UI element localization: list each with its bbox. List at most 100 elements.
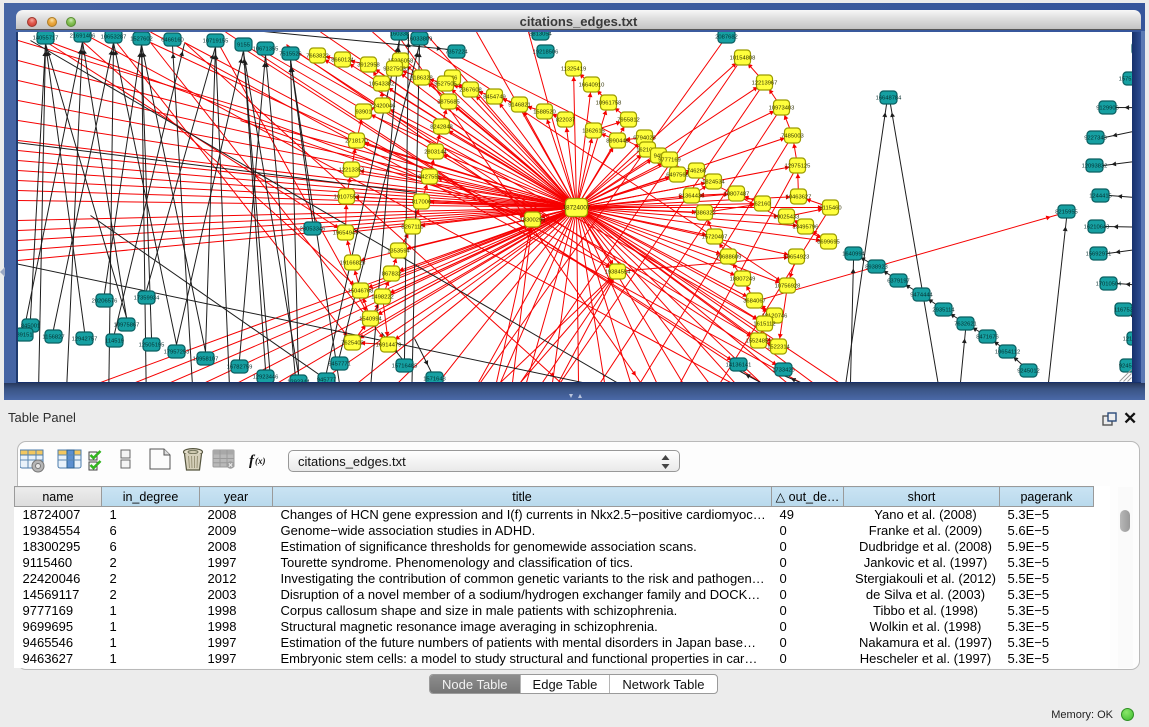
svg-text:11325419: 11325419 — [560, 66, 585, 72]
svg-text:15692971: 15692971 — [1085, 251, 1111, 257]
svg-text:8990448: 8990448 — [606, 138, 629, 144]
svg-text:14055717: 14055717 — [32, 35, 58, 41]
svg-text:1522314: 1522314 — [767, 344, 790, 350]
svg-text:8186328: 8186328 — [410, 75, 433, 81]
svg-text:21364436: 21364436 — [678, 193, 704, 199]
svg-text:1733426: 1733426 — [772, 367, 795, 373]
svg-text:817006: 817006 — [411, 199, 430, 205]
svg-text:8699695: 8699695 — [817, 239, 840, 245]
svg-text:10463627: 10463627 — [785, 194, 811, 200]
svg-text:12505195: 12505195 — [138, 342, 164, 348]
svg-text:10756928: 10756928 — [774, 283, 800, 289]
svg-text:1527602: 1527602 — [130, 36, 153, 42]
svg-text:8427552: 8427552 — [418, 174, 441, 180]
svg-text:8660124: 8660124 — [331, 57, 354, 63]
svg-text:21691406: 21691406 — [69, 33, 95, 39]
svg-text:9457771: 9457771 — [328, 361, 351, 367]
svg-text:10719155: 10719155 — [202, 38, 228, 44]
svg-text:114519: 114519 — [105, 338, 124, 344]
svg-text:9155: 9155 — [237, 42, 250, 48]
svg-text:10807487: 10807487 — [723, 191, 749, 197]
svg-text:39151: 39151 — [18, 332, 33, 338]
svg-text:13495796: 13495796 — [792, 224, 818, 230]
svg-text:6497568: 6497568 — [666, 172, 689, 178]
svg-text:8938923: 8938923 — [865, 264, 888, 270]
svg-text:10973403: 10973403 — [768, 105, 794, 111]
svg-text:20206576: 20206576 — [91, 298, 117, 304]
svg-text:10671355: 10671355 — [252, 46, 278, 52]
svg-text:10025433: 10025433 — [773, 214, 799, 220]
svg-text:945777: 945777 — [316, 377, 335, 382]
svg-text:8215955: 8215955 — [1055, 209, 1078, 215]
svg-text:867832: 867832 — [381, 271, 400, 277]
svg-text:9227343: 9227343 — [1084, 135, 1107, 141]
svg-text:3875685: 3875685 — [437, 99, 460, 105]
svg-text:7485003: 7485003 — [781, 133, 804, 139]
svg-text:9115460: 9115460 — [819, 205, 841, 211]
svg-text:62160: 62160 — [754, 201, 770, 207]
svg-text:1498222: 1498222 — [371, 294, 394, 300]
svg-text:93901: 93901 — [355, 109, 371, 115]
svg-text:7632621: 7632621 — [954, 321, 977, 327]
svg-text:1824534: 1824534 — [702, 179, 725, 185]
svg-text:7625402: 7625402 — [341, 340, 364, 346]
svg-text:8267110: 8267110 — [401, 224, 423, 230]
svg-text:12093832: 12093832 — [1081, 163, 1107, 169]
svg-text:15716485: 15716485 — [391, 363, 417, 369]
svg-text:116753: 116753 — [1114, 307, 1132, 313]
svg-text:15046768: 15046768 — [347, 288, 373, 294]
svg-text:14136141: 14136141 — [725, 362, 751, 368]
svg-text:9146821: 9146821 — [508, 102, 531, 108]
svg-text:1571648: 1571648 — [423, 376, 446, 382]
svg-text:2935114: 2935114 — [932, 307, 955, 313]
svg-text:7515526: 7515526 — [279, 51, 302, 57]
svg-text:10975867: 10975867 — [113, 322, 139, 328]
svg-text:7663822: 7663822 — [306, 53, 329, 59]
svg-text:10958107: 10958107 — [192, 356, 218, 362]
svg-text:6794028: 6794028 — [633, 135, 656, 141]
svg-text:9327503: 9327503 — [383, 66, 406, 72]
svg-text:2803144: 2803144 — [424, 149, 447, 155]
svg-text:16640910: 16640910 — [578, 82, 604, 88]
svg-text:1640994: 1640994 — [842, 251, 865, 257]
svg-text:16782759: 16782759 — [226, 364, 252, 370]
svg-text:2087682: 2087682 — [715, 34, 738, 40]
svg-text:10654112: 10654112 — [994, 349, 1019, 355]
svg-text:(x): (x) — [255, 456, 266, 466]
svg-text:1615112: 1615112 — [753, 321, 775, 327]
svg-text:10653287: 10653287 — [100, 34, 126, 40]
svg-text:19218506: 19218506 — [532, 49, 558, 55]
svg-text:19384554: 19384554 — [604, 269, 631, 275]
svg-text:18724007: 18724007 — [562, 204, 590, 211]
svg-text:7357224: 7357224 — [445, 49, 468, 55]
svg-text:9527505: 9527505 — [434, 81, 457, 87]
svg-text:12923446: 12923446 — [252, 374, 278, 380]
svg-text:2367608: 2367608 — [459, 87, 482, 93]
svg-text:1244415: 1244415 — [1089, 193, 1112, 199]
svg-text:19654923: 19654923 — [783, 254, 809, 260]
svg-text:10961758: 10961758 — [595, 100, 621, 106]
svg-text:822037: 822037 — [555, 117, 574, 123]
svg-text:12103514: 12103514 — [1122, 336, 1131, 342]
svg-text:1362615: 1362615 — [582, 128, 605, 134]
svg-text:3912958: 3912958 — [357, 62, 380, 68]
svg-text:19654943: 19654943 — [332, 230, 358, 236]
svg-text:16914479: 16914479 — [375, 342, 401, 348]
svg-text:8813054: 8813054 — [529, 32, 552, 37]
svg-text:23053346: 23053346 — [299, 226, 325, 232]
svg-text:3684067: 3684067 — [743, 298, 766, 304]
svg-text:15720407: 15720407 — [701, 234, 727, 240]
svg-text:17010504: 17010504 — [1095, 281, 1122, 287]
svg-text:16648784: 16648784 — [875, 95, 902, 101]
svg-text:18807249: 18807249 — [729, 276, 755, 282]
svg-text:1588520: 1588520 — [533, 109, 556, 115]
svg-text:924502: 924502 — [1118, 363, 1131, 369]
svg-text:9777169: 9777169 — [658, 157, 681, 163]
svg-text:12213352: 12213352 — [338, 167, 364, 173]
svg-text:12213967: 12213967 — [751, 80, 777, 86]
svg-text:1156827: 1156827 — [42, 334, 64, 340]
svg-text:16210643: 16210643 — [1083, 224, 1109, 230]
svg-text:1353594: 1353594 — [387, 248, 410, 254]
svg-text:9129906: 9129906 — [1096, 105, 1119, 111]
svg-text:10154808: 10154808 — [729, 55, 755, 61]
